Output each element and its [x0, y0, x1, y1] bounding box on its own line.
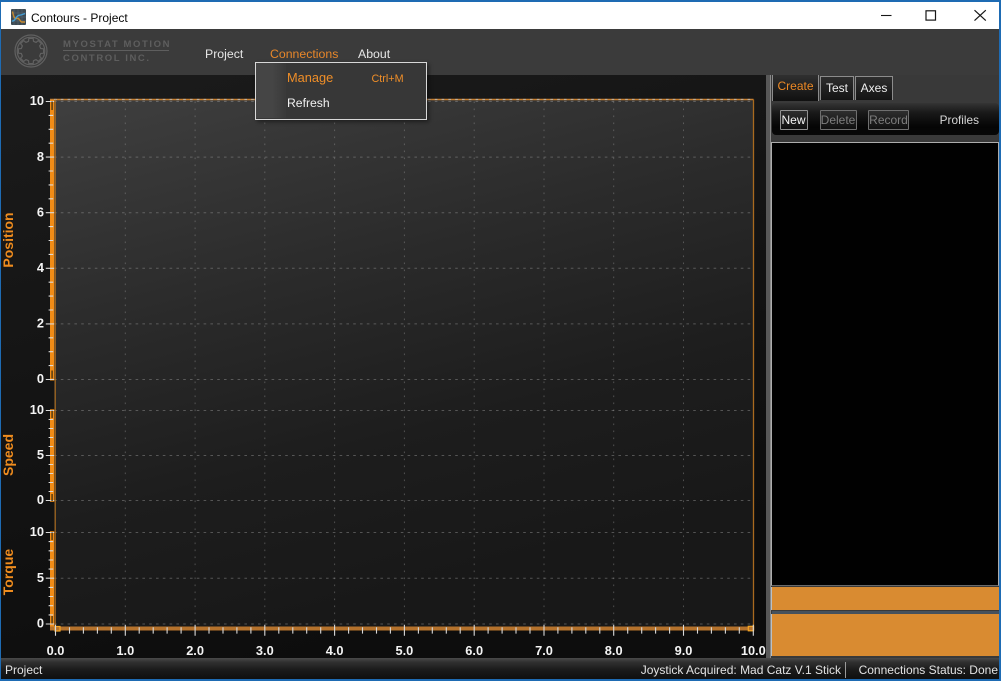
svg-text:4: 4 [37, 260, 45, 275]
svg-text:10: 10 [30, 93, 44, 108]
svg-text:0: 0 [37, 371, 44, 386]
svg-text:9.0: 9.0 [675, 643, 693, 658]
svg-text:10: 10 [30, 524, 44, 539]
svg-text:3.0: 3.0 [256, 643, 274, 658]
svg-text:7.0: 7.0 [535, 643, 553, 658]
svg-text:6: 6 [37, 204, 44, 219]
svg-text:Torque: Torque [0, 549, 16, 596]
svg-text:10: 10 [30, 402, 44, 417]
svg-text:5: 5 [37, 570, 44, 585]
svg-text:4.0: 4.0 [326, 643, 344, 658]
svg-text:8.0: 8.0 [605, 643, 623, 658]
svg-text:6.0: 6.0 [465, 643, 483, 658]
svg-text:2: 2 [37, 316, 44, 331]
svg-text:5: 5 [37, 447, 44, 462]
svg-text:0: 0 [37, 616, 44, 631]
svg-text:0.0: 0.0 [47, 643, 65, 658]
svg-text:0: 0 [37, 492, 44, 507]
svg-text:2.0: 2.0 [186, 643, 204, 658]
svg-text:5.0: 5.0 [396, 643, 414, 658]
svg-text:8: 8 [37, 149, 44, 164]
svg-text:10.0: 10.0 [741, 643, 766, 658]
svg-text:Position: Position [0, 212, 16, 267]
svg-text:1.0: 1.0 [116, 643, 134, 658]
svg-text:Speed: Speed [0, 434, 16, 476]
